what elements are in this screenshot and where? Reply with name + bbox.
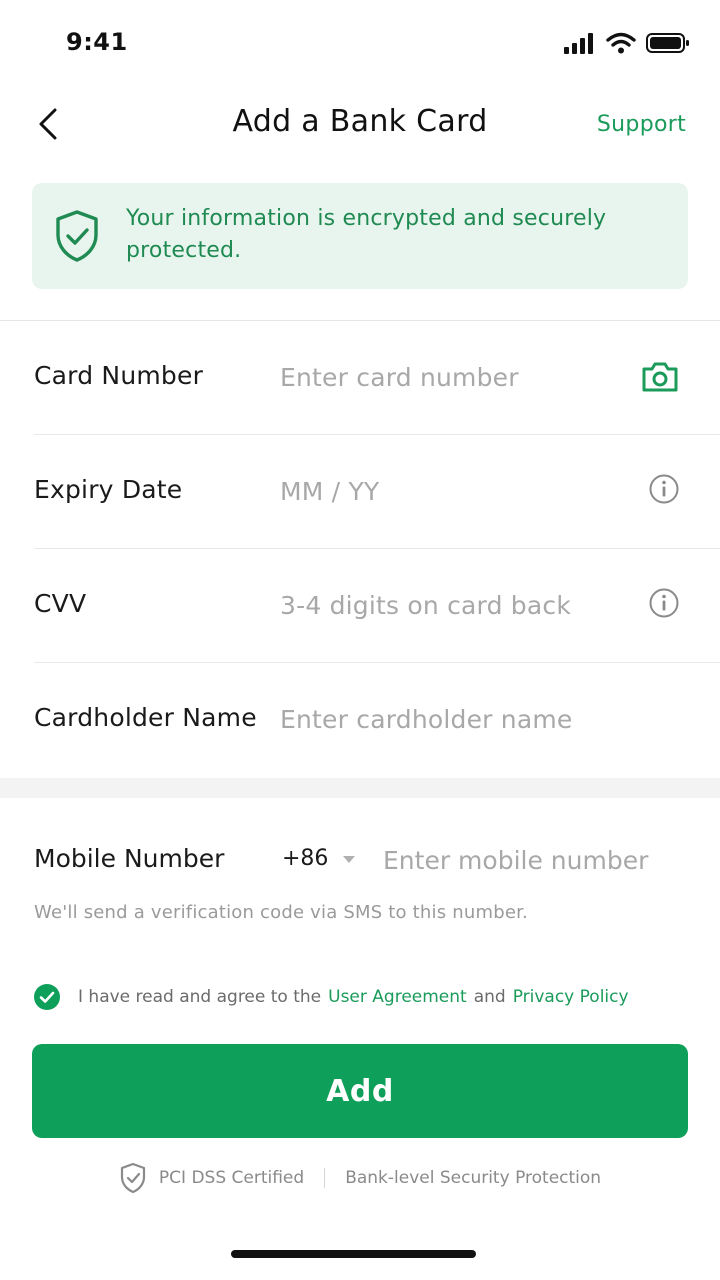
status-icons <box>564 32 690 54</box>
expiry-info-button[interactable] <box>648 473 680 509</box>
privacy-policy-link[interactable]: Privacy Policy <box>513 987 629 1007</box>
card-number-row: Card Number <box>0 321 720 435</box>
battery-icon <box>646 33 689 53</box>
security-footer: PCI DSS Certified Bank-level Security Pr… <box>0 1162 720 1194</box>
expiry-date-label: Expiry Date <box>34 475 183 504</box>
agreement-checkbox[interactable] <box>34 984 60 1010</box>
nav-bar: Add a Bank Card Support <box>0 88 720 160</box>
section-gap <box>0 778 720 798</box>
card-number-label: Card Number <box>34 361 204 390</box>
status-time: 9:41 <box>66 28 128 56</box>
cvv-info-button[interactable] <box>648 587 680 623</box>
agreement-row: I have read and agree to the User Agreem… <box>34 984 636 1010</box>
cardholder-input[interactable] <box>280 699 620 739</box>
shield-check-icon <box>119 1162 147 1194</box>
mobile-number-row: Mobile Number +86 <box>0 820 720 900</box>
country-code-value: +86 <box>282 846 329 871</box>
expiry-date-row: Expiry Date <box>0 435 720 549</box>
agreement-prefix: I have read and agree to the <box>78 987 322 1007</box>
camera-icon <box>642 362 678 392</box>
caret-down-icon <box>343 855 356 863</box>
user-agreement-link[interactable]: User Agreement <box>328 987 467 1007</box>
info-icon <box>649 474 679 504</box>
support-link[interactable]: Support <box>597 112 686 137</box>
cvv-input[interactable] <box>280 585 620 625</box>
agreement-conjunction: and <box>473 987 506 1007</box>
info-icon <box>649 588 679 618</box>
cvv-row: CVV <box>0 549 720 663</box>
pci-certified-text: PCI DSS Certified <box>158 1168 305 1188</box>
checkmark-circle-icon <box>34 984 60 1010</box>
sms-hint: We'll send a verification code via SMS t… <box>34 902 528 923</box>
cvv-label: CVV <box>34 589 87 618</box>
shield-check-icon <box>56 210 98 262</box>
country-code-select[interactable]: +86 <box>282 846 356 871</box>
security-notice-text: Your information is encrypted and secure… <box>126 206 607 263</box>
add-button[interactable]: Add <box>32 1044 688 1138</box>
expiry-date-input[interactable] <box>280 471 620 511</box>
bank-security-text: Bank-level Security Protection <box>345 1168 602 1188</box>
security-notice: Your information is encrypted and secure… <box>32 183 688 289</box>
scan-card-button[interactable] <box>640 359 680 399</box>
wifi-icon <box>606 32 636 54</box>
cardholder-row: Cardholder Name <box>0 663 720 777</box>
footer-divider <box>324 1168 326 1188</box>
mobile-number-input[interactable] <box>383 840 683 880</box>
signal-icon <box>564 33 593 54</box>
card-number-input[interactable] <box>280 357 620 397</box>
status-bar: 9:41 <box>0 0 720 88</box>
mobile-number-label: Mobile Number <box>34 844 225 873</box>
home-indicator <box>231 1250 476 1258</box>
cardholder-label: Cardholder Name <box>34 703 257 732</box>
